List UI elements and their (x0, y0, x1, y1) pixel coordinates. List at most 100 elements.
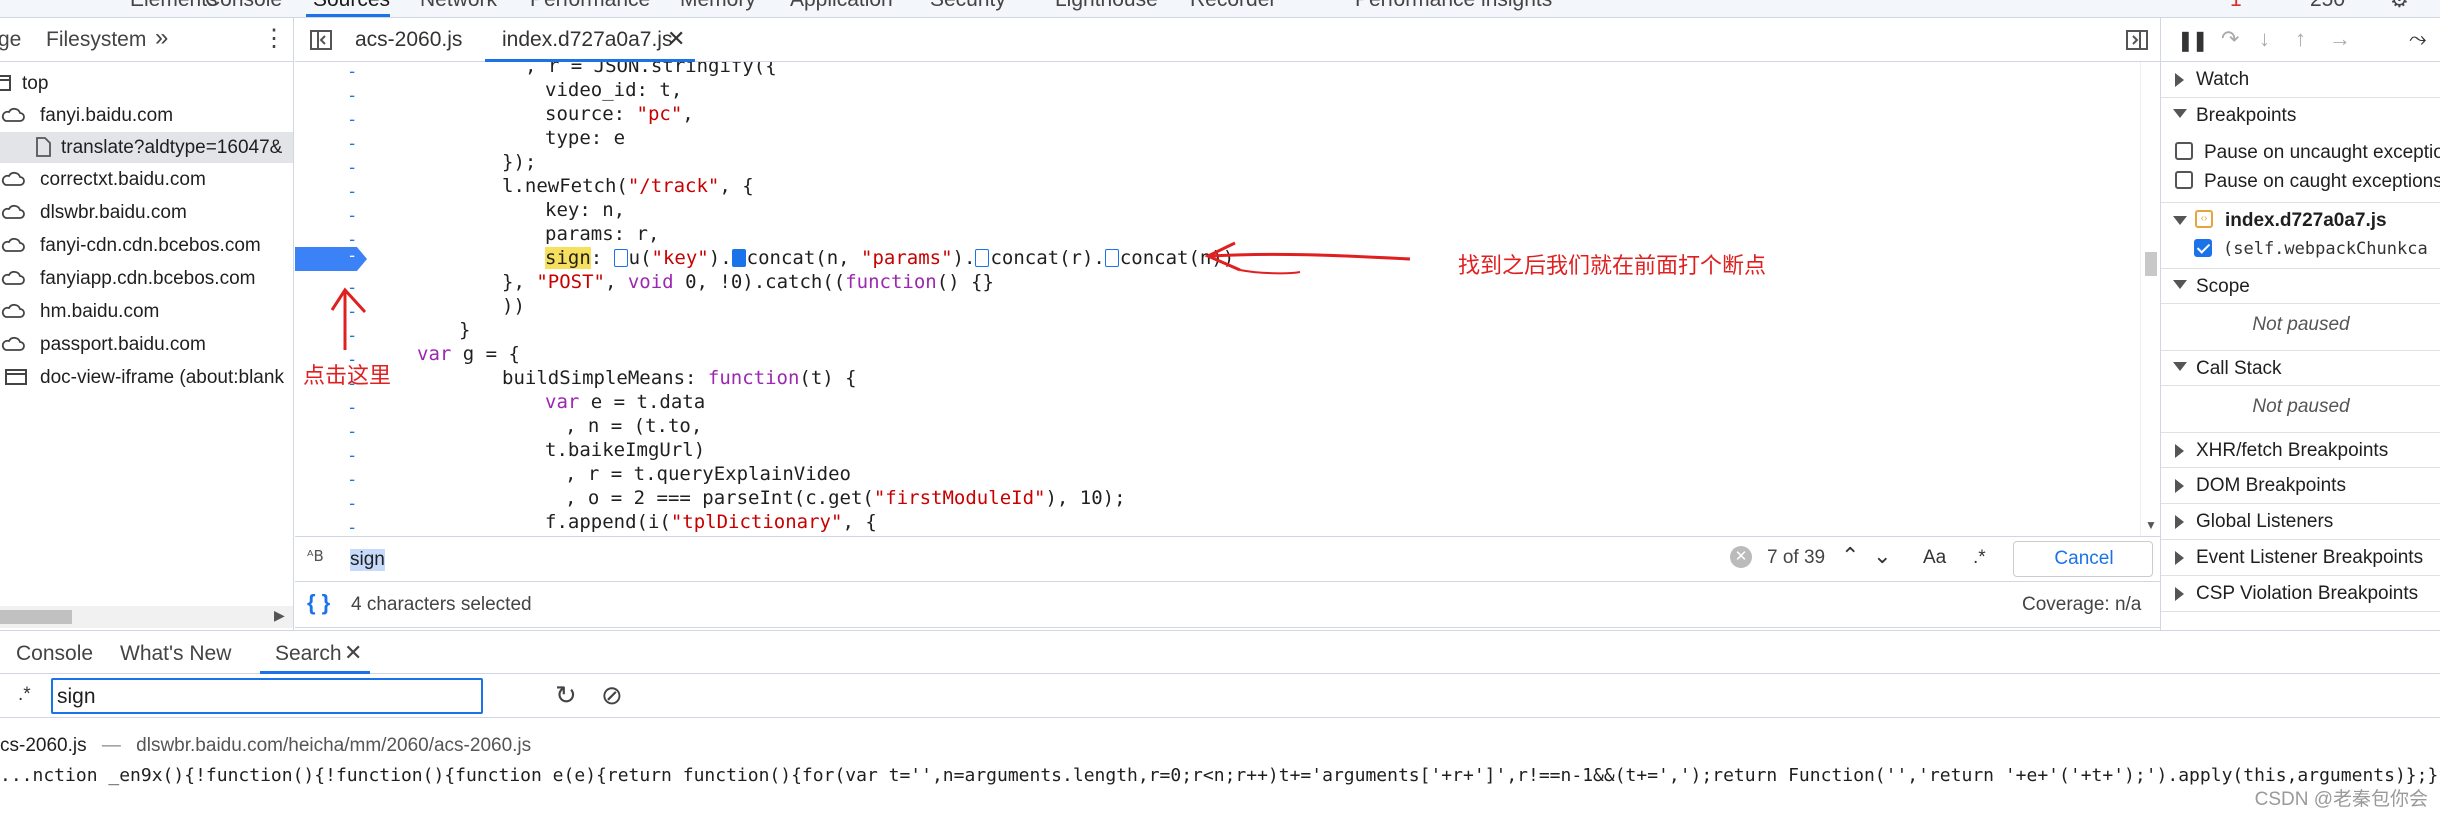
settings-gear-icon[interactable]: ⚙ (2390, 0, 2409, 13)
clear-results-icon[interactable]: ⊘ (601, 680, 623, 711)
line-gutter[interactable]: - - - - - - - - - - - - - - - - - - - (295, 62, 365, 538)
xhr-breakpoints-header[interactable]: XHR/fetch Breakpoints (2161, 432, 2440, 468)
tree-item-passport[interactable]: passport.baidu.com (0, 329, 293, 360)
step-into-icon[interactable]: ↓ (2259, 26, 2270, 52)
pause-caught-row[interactable]: Pause on caught exceptions (2161, 167, 2440, 197)
navigator-horizontal-scrollbar[interactable]: ▶ (0, 606, 293, 628)
line-marker[interactable]: - (347, 422, 357, 442)
tab-page[interactable]: ge (0, 28, 21, 52)
find-input[interactable]: sign (345, 543, 1745, 577)
step-icon[interactable]: → (2329, 26, 2351, 52)
error-count-badge[interactable]: 1 (2230, 0, 2242, 12)
tab-lighthouse[interactable]: Lighthouse (1055, 0, 1158, 12)
match-case-button[interactable]: Aa (1923, 547, 1946, 569)
line-marker[interactable]: - (347, 182, 357, 202)
line-marker[interactable]: - (347, 110, 357, 130)
line-marker[interactable]: - (347, 302, 357, 322)
pause-uncaught-checkbox[interactable] (2175, 142, 2193, 160)
scope-section-header[interactable]: Scope (2161, 268, 2440, 304)
warning-count-badge[interactable]: 250 (2310, 0, 2345, 12)
previous-match-chevron-up-icon[interactable]: ⌃ (1841, 543, 1859, 569)
tree-item-fanyi-cdn[interactable]: fanyi-cdn.cdn.bcebos.com (0, 230, 293, 261)
tab-memory[interactable]: Memory (680, 0, 756, 12)
code-editor[interactable]: , r = JSON.stringify({ video_id: t, sour… (365, 62, 2140, 536)
toggle-debugger-icon[interactable] (2125, 28, 2149, 52)
event-listener-breakpoints-header[interactable]: Event Listener Breakpoints (2161, 540, 2440, 576)
tree-item-hm[interactable]: hm.baidu.com (0, 296, 293, 327)
result-match-line[interactable]: ...nction _en9x(){!function(){!function(… (0, 765, 2440, 786)
file-tab-acs[interactable]: acs-2060.js (355, 28, 462, 52)
drawer-tab-whats-new[interactable]: What's New (120, 642, 231, 666)
clear-search-icon[interactable]: ✕ (1730, 546, 1752, 568)
editor-vertical-scrollbar[interactable]: ▼ (2140, 62, 2160, 536)
deactivate-breakpoints-icon[interactable]: ⤳ (2409, 26, 2427, 52)
inline-breakpoint-marker[interactable] (731, 249, 746, 267)
line-marker[interactable]: - (347, 470, 357, 490)
tree-item-fanyiapp[interactable]: fanyiapp.cdn.bcebos.com (0, 263, 293, 294)
line-marker[interactable]: - (347, 518, 357, 538)
scroll-down-arrow-icon[interactable]: ▼ (2145, 518, 2157, 532)
breakpoint-entry-row[interactable]: (self.webpackChunkca (2161, 234, 2440, 264)
pause-uncaught-row[interactable]: Pause on uncaught exceptions (2161, 138, 2440, 168)
breakpoint-enabled-checkbox[interactable] (2194, 239, 2212, 257)
cancel-button[interactable]: Cancel (2013, 541, 2153, 577)
regex-button[interactable]: .* (1973, 547, 1986, 569)
dom-breakpoints-header[interactable]: DOM Breakpoints (2161, 468, 2440, 504)
watch-section-header[interactable]: Watch (2161, 62, 2440, 98)
search-input[interactable]: sign (51, 678, 483, 714)
step-over-icon[interactable]: ↷ (2221, 26, 2239, 52)
global-listeners-header[interactable]: Global Listeners (2161, 504, 2440, 540)
tab-filesystem[interactable]: Filesystem (46, 28, 146, 52)
csp-violation-breakpoints-header[interactable]: CSP Violation Breakpoints (2161, 576, 2440, 612)
drawer-tab-console[interactable]: Console (16, 642, 93, 666)
scroll-right-arrow-icon[interactable]: ▶ (274, 607, 285, 624)
tab-performance-insights[interactable]: Performance insights (1355, 0, 1552, 12)
tab-application[interactable]: Application (790, 0, 893, 12)
pause-icon[interactable]: ❚❚ (2177, 28, 2208, 53)
regex-toggle[interactable]: .* (18, 684, 31, 706)
breakpoint-marker[interactable]: - (295, 247, 367, 271)
line-marker[interactable]: - (347, 158, 357, 178)
line-marker[interactable]: - (347, 206, 357, 226)
tree-item-correctxt[interactable]: correctxt.baidu.com (0, 164, 293, 195)
inline-breakpoint-marker[interactable] (975, 249, 990, 267)
tab-sources[interactable]: Sources (313, 0, 390, 12)
step-out-icon[interactable]: ↑ (2295, 26, 2306, 52)
inline-breakpoint-marker[interactable] (1104, 249, 1119, 267)
tree-item-doc-view-iframe[interactable]: doc-view-iframe (about:blank (0, 362, 293, 393)
breakpoints-section-header[interactable]: Breakpoints (2161, 98, 2440, 134)
tree-item-dlswbr[interactable]: dlswbr.baidu.com (0, 197, 293, 228)
tree-item-translate[interactable]: translate?aldtype=16047& (0, 132, 293, 163)
close-search-tab-icon[interactable]: ✕ (344, 640, 362, 666)
next-match-chevron-down-icon[interactable]: ⌃ (1873, 541, 1891, 567)
tree-item-fanyi[interactable]: fanyi.baidu.com (0, 100, 293, 131)
tree-item-top[interactable]: top (0, 68, 293, 99)
line-marker[interactable]: - (347, 446, 357, 466)
scrollbar-thumb[interactable] (0, 610, 72, 624)
tab-console[interactable]: Console (205, 0, 282, 12)
toggle-navigator-icon[interactable] (309, 28, 333, 52)
breakpoint-file-row[interactable]: ‹› index.d727a0a7.js (2161, 204, 2440, 236)
pause-caught-checkbox[interactable] (2175, 171, 2193, 189)
result-file-row[interactable]: cs-2060.js — dlswbr.baidu.com/heicha/mm/… (0, 735, 531, 757)
tab-performance[interactable]: Performance (530, 0, 650, 12)
scrollbar-thumb[interactable] (2145, 252, 2157, 276)
drawer-tab-search[interactable]: Search (275, 642, 342, 666)
line-marker[interactable]: - (347, 326, 357, 346)
more-options-kebab-icon[interactable]: ⋮ (262, 24, 286, 53)
tab-recorder[interactable]: Recorder (1190, 0, 1276, 12)
match-case-toggle-icon[interactable]: ᴬB (307, 547, 324, 565)
line-marker[interactable]: - (347, 86, 357, 106)
call-stack-section-header[interactable]: Call Stack (2161, 350, 2440, 386)
line-marker[interactable]: - (347, 62, 357, 82)
line-marker[interactable]: - (347, 398, 357, 418)
more-tabs-chevron-icon[interactable]: » (155, 24, 168, 52)
refresh-icon[interactable]: ↻ (555, 680, 577, 711)
pretty-print-braces-icon[interactable]: { } (307, 590, 330, 616)
inline-breakpoint-marker[interactable] (613, 249, 628, 267)
tab-security[interactable]: Security (930, 0, 1006, 12)
file-tab-index[interactable]: index.d727a0a7.js (502, 28, 672, 52)
close-tab-icon[interactable]: ✕ (667, 26, 685, 52)
line-marker[interactable]: - (347, 494, 357, 514)
line-marker[interactable]: - (347, 134, 357, 154)
